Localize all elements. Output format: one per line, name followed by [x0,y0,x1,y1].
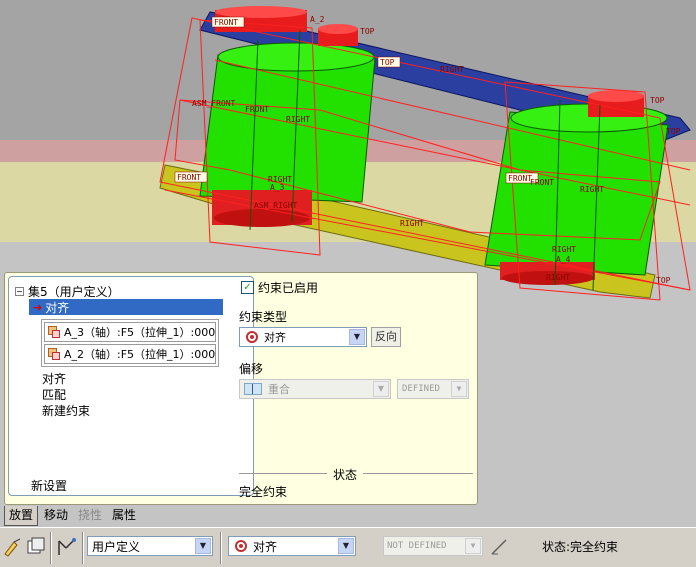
offset-value: NOT DEFINED [387,541,447,551]
reference-item[interactable]: A_2（轴）:F5（拉伸_1）:00001 [44,344,216,364]
toolbar-status: 状态:完全约束 [542,540,619,554]
set-type-select[interactable]: 用户定义 ▼ [87,536,213,556]
tree-item-label: 对齐 [45,300,70,315]
placement-panel: − 集5（用户定义） ➔ 对齐 A_3（轴）:F5（拉伸_1）:00003 A_… [4,272,478,505]
new-settings-link[interactable]: 新设置 [31,477,67,494]
tab-flexibility[interactable]: 挠性 [74,506,106,526]
chevron-down-icon[interactable]: ▼ [195,538,211,554]
window-icon[interactable] [25,536,47,558]
datum-label: TOP [360,27,375,36]
reference-item[interactable]: A_3（轴）:F5（拉伸_1）:00003 [44,322,216,342]
datum-label: ASM_FRONT [192,99,236,108]
tree-item-selected-constraint[interactable]: ➔ 对齐 [29,299,223,315]
datum-label: RIGHT [268,175,292,184]
tree-root-set[interactable]: − 集5（用户定义） [15,283,120,299]
align-icon [246,331,258,343]
datum-label: TOP [656,276,671,285]
assembly-icon[interactable] [2,536,24,558]
part-icon [47,347,61,361]
move-component-icon[interactable] [56,536,78,558]
tab-properties[interactable]: 属性 [108,506,140,526]
set-type-value: 用户定义 [92,539,141,554]
offset-value-select[interactable]: DEFINED ▼ [397,379,469,399]
set-label: 集5（用户定义） [28,284,120,299]
tab-placement[interactable]: 放置 [4,506,39,526]
constraint-enabled-label: 约束已启用 [258,281,319,295]
collapse-icon[interactable]: − [15,286,24,296]
coincident-icon [244,383,262,395]
datum-label: A_3 [270,183,285,192]
constraint-type-value: 对齐 [264,331,286,344]
part-icon [47,325,61,339]
offset-defined-value: DEFINED [402,384,440,394]
datum-label: A_2 [310,15,325,24]
datum-label: FRONT [245,105,269,114]
datum-label: ASM_RIGHT [254,201,298,210]
tree-item-new-constraint[interactable]: 新建约束 [42,403,90,419]
datum-label: FRONT [177,173,201,182]
tab-move[interactable]: 移动 [40,506,72,526]
constraint-type-select[interactable]: 对齐 ▼ [239,327,367,347]
offset-label: 偏移 [239,362,264,376]
datum-label: FRONT [530,178,554,187]
constraint-settings: ✓ 约束已启用 约束类型 对齐 ▼ 反向 偏移 重合 ▼ DEFINED ▼ 状… [235,273,475,503]
arrow-right-icon: ➔ [33,300,43,314]
chevron-down-icon[interactable]: ▼ [451,381,467,397]
panel-tabs: 放置 移动 挠性 属性 [4,506,142,526]
constraint-enabled-checkbox[interactable]: ✓ [241,281,254,294]
datum-label: RIGHT [580,185,604,194]
datum-label: RIGHT [440,65,464,74]
chevron-down-icon[interactable]: ▼ [465,538,481,554]
chevron-down-icon[interactable]: ▼ [349,329,365,345]
align-icon [235,540,247,552]
datum-label: TOP [650,96,665,105]
chevron-down-icon[interactable]: ▼ [338,538,354,554]
datum-label: TOP [666,127,681,136]
datum-label: RIGHT [546,273,570,282]
dashboard-toolbar: 用户定义 ▼ 对齐 ▼ NOT DEFINED ▼ 状态:完全约束 [0,527,696,567]
datum-label: TOP [380,58,395,67]
offset-type-value: 重合 [268,383,290,396]
datum-label: RIGHT [552,245,576,254]
offset-type-select[interactable]: 重合 ▼ [239,379,391,399]
reference-text: A_2（轴）:F5（拉伸_1）:00001 [64,348,216,361]
datum-label: FRONT [214,18,238,27]
reference-text: A_3（轴）:F5（拉伸_1）:00003 [64,326,216,339]
status-value: 完全约束 [239,485,288,499]
tree-item-mate[interactable]: 匹配 [42,387,66,403]
datum-label: RIGHT [400,219,424,228]
datum-label: RIGHT [286,115,310,124]
constraint-value: 对齐 [253,539,278,554]
constraint-enabled-row[interactable]: ✓ 约束已启用 [241,279,318,296]
reference-collector[interactable]: A_3（轴）:F5（拉伸_1）:00003 A_2（轴）:F5（拉伸_1）:00… [41,319,219,367]
status-title: 状态 [327,466,364,483]
constraint-type-label: 约束类型 [239,310,288,324]
constraint-tree: − 集5（用户定义） ➔ 对齐 A_3（轴）:F5（拉伸_1）:00003 A_… [8,276,254,496]
chevron-down-icon[interactable]: ▼ [373,381,389,397]
tree-item-align[interactable]: 对齐 [42,371,66,387]
flip-button[interactable]: 反向 [371,327,401,347]
constraint-select[interactable]: 对齐 ▼ [228,536,356,556]
datum-label: FRONT [508,174,532,183]
datum-label: A_4 [556,255,571,264]
offset-select[interactable]: NOT DEFINED ▼ [383,536,483,556]
flip-icon[interactable] [488,536,510,558]
